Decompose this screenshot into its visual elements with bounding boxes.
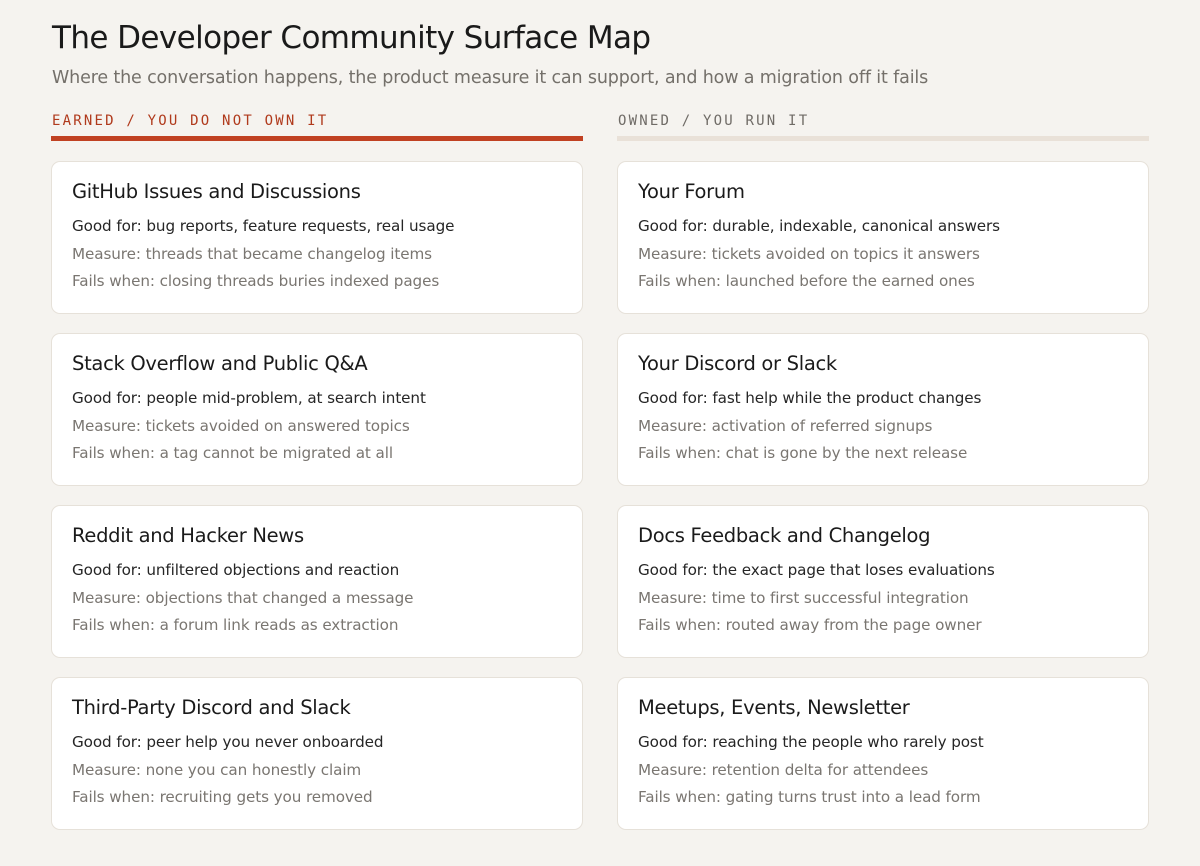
card-measure: Measure: none you can honestly claim	[72, 760, 362, 779]
page-subtitle: Where the conversation happens, the prod…	[52, 68, 929, 88]
card-title: Third-Party Discord and Slack	[72, 696, 351, 719]
card-title: Your Discord or Slack	[638, 352, 837, 375]
surface-card-forum: Your Forum Good for: durable, indexable,…	[617, 161, 1149, 314]
page-title: The Developer Community Surface Map	[52, 20, 651, 56]
earned-column-heading: EARNED / YOU DO NOT OWN IT	[52, 113, 329, 129]
card-title: Stack Overflow and Public Q&A	[72, 352, 368, 375]
card-good-for: Good for: reaching the people who rarely…	[638, 733, 984, 751]
owned-column: OWNED / YOU RUN IT Your Forum Good for: …	[617, 113, 1149, 849]
card-fails-when: Fails when: a tag cannot be migrated at …	[72, 444, 393, 462]
surface-card-own-chat: Your Discord or Slack Good for: fast hel…	[617, 333, 1149, 486]
surface-card-github: GitHub Issues and Discussions Good for: …	[51, 161, 583, 314]
card-title: GitHub Issues and Discussions	[72, 180, 361, 203]
card-good-for: Good for: unfiltered objections and reac…	[72, 561, 400, 579]
card-fails-when: Fails when: closing threads buries index…	[72, 272, 440, 290]
card-measure: Measure: activation of referred signups	[638, 416, 933, 435]
card-fails-when: Fails when: chat is gone by the next rel…	[638, 444, 968, 462]
card-fails-when: Fails when: a forum link reads as extrac…	[72, 616, 399, 634]
card-title: Docs Feedback and Changelog	[638, 524, 931, 547]
card-good-for: Good for: the exact page that loses eval…	[638, 561, 995, 579]
earned-column: EARNED / YOU DO NOT OWN IT GitHub Issues…	[51, 113, 583, 849]
owned-column-heading: OWNED / YOU RUN IT	[618, 113, 810, 129]
card-good-for: Good for: durable, indexable, canonical …	[638, 217, 1000, 235]
owned-accent-rule	[617, 136, 1149, 141]
card-good-for: Good for: peer help you never onboarded	[72, 733, 384, 751]
earned-accent-rule	[51, 136, 583, 141]
surface-card-meetups: Meetups, Events, Newsletter Good for: re…	[617, 677, 1149, 830]
card-fails-when: Fails when: recruiting gets you removed	[72, 788, 373, 806]
card-fails-when: Fails when: launched before the earned o…	[638, 272, 975, 290]
surface-card-reddit-hn: Reddit and Hacker News Good for: unfilte…	[51, 505, 583, 658]
card-title: Reddit and Hacker News	[72, 524, 304, 547]
card-measure: Measure: threads that became changelog i…	[72, 244, 432, 263]
surface-card-docs-feedback: Docs Feedback and Changelog Good for: th…	[617, 505, 1149, 658]
card-good-for: Good for: fast help while the product ch…	[638, 389, 982, 407]
card-good-for: Good for: bug reports, feature requests,…	[72, 217, 455, 235]
card-measure: Measure: retention delta for attendees	[638, 760, 929, 779]
card-title: Your Forum	[638, 180, 745, 203]
card-measure: Measure: tickets avoided on topics it an…	[638, 244, 980, 263]
surface-card-stack-overflow: Stack Overflow and Public Q&A Good for: …	[51, 333, 583, 486]
card-good-for: Good for: people mid-problem, at search …	[72, 389, 426, 407]
surface-card-third-party-chat: Third-Party Discord and Slack Good for: …	[51, 677, 583, 830]
card-measure: Measure: time to first successful integr…	[638, 588, 969, 607]
card-title: Meetups, Events, Newsletter	[638, 696, 910, 719]
card-fails-when: Fails when: gating turns trust into a le…	[638, 788, 981, 806]
card-fails-when: Fails when: routed away from the page ow…	[638, 616, 982, 634]
card-measure: Measure: tickets avoided on answered top…	[72, 416, 410, 435]
card-measure: Measure: objections that changed a messa…	[72, 588, 414, 607]
